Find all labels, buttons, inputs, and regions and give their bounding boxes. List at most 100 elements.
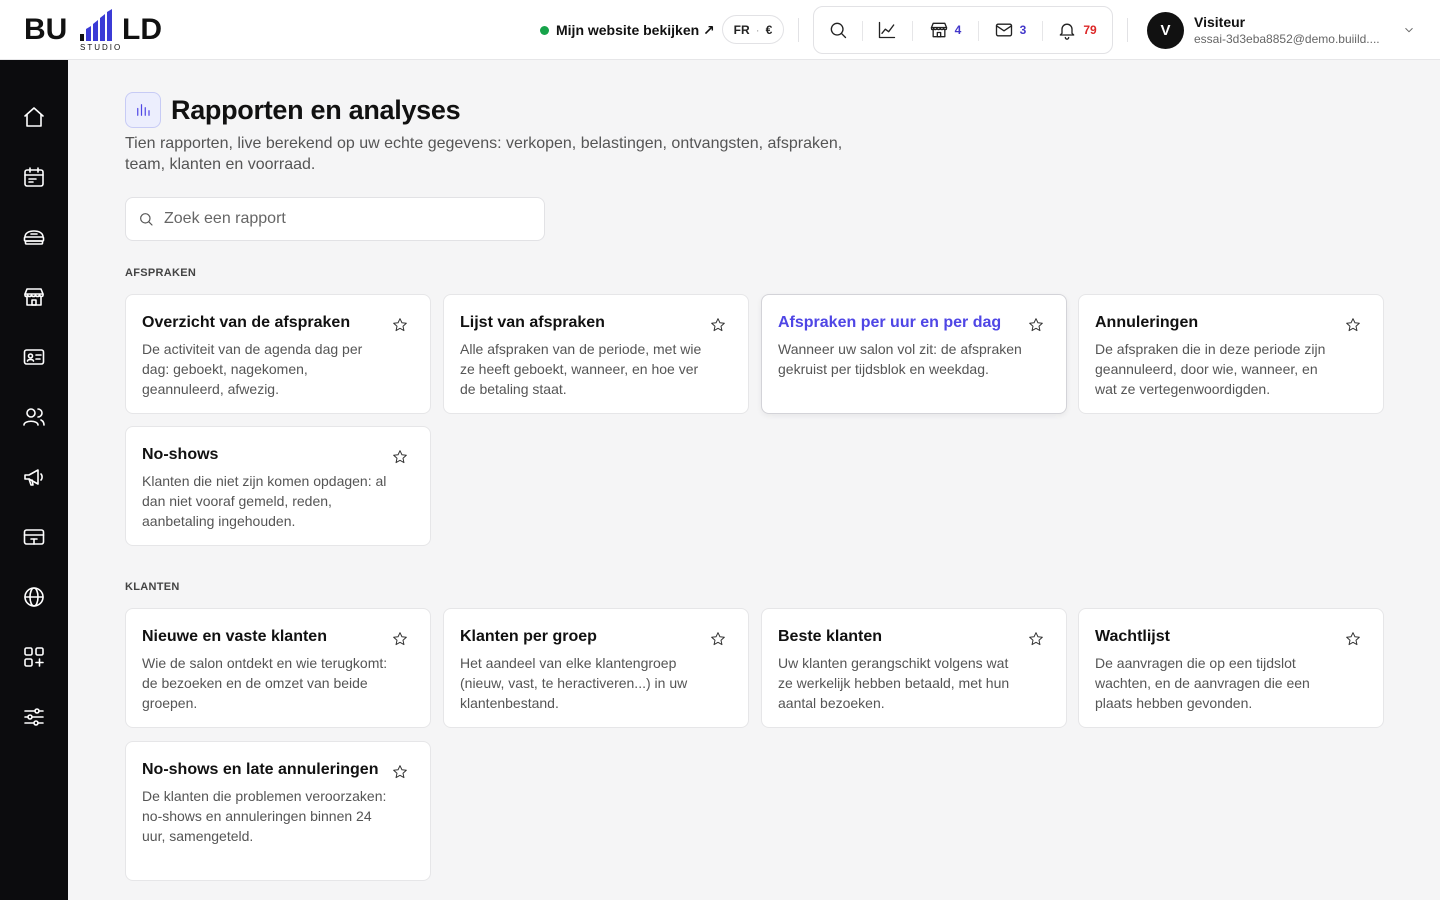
statistics-button[interactable] (862, 7, 912, 53)
report-card-description: De aanvragen die op een tijdslot wachten… (1095, 655, 1310, 711)
sidebar-item-stores[interactable] (14, 277, 54, 317)
user-info: Visiteur essai-3d3eba8852@demo.buiild...… (1194, 14, 1390, 47)
logo-text-right: LD (122, 13, 162, 46)
report-card[interactable]: No-shows Klanten die niet zijn komen opd… (125, 426, 431, 546)
search-icon (140, 213, 153, 226)
report-card-title: No-shows en late annuleringen (142, 761, 379, 778)
favorite-button[interactable] (710, 317, 726, 333)
report-card-description: Wanneer uw salon vol zit: de afspraken g… (778, 341, 1022, 377)
report-card-description: De afspraken die in deze periode zijn ge… (1095, 341, 1326, 397)
report-card-title: No-shows (142, 446, 219, 463)
star-icon (1346, 318, 1360, 332)
sidebar-item-products[interactable] (14, 217, 54, 257)
messages-count-badge: 3 (1019, 23, 1027, 37)
header-divider (798, 18, 799, 42)
report-card-description: Alle afspraken van de periode, met wie z… (460, 341, 702, 397)
user-menu[interactable]: V Visiteur essai-3d3eba8852@demo.buiild.… (1147, 11, 1417, 49)
section-label-appointments: AFSPRAKEN (125, 267, 197, 279)
favorite-button[interactable] (392, 317, 408, 333)
products-icon (23, 230, 45, 245)
avatar: V (1147, 11, 1184, 49)
section-label-clients: KLANTEN (125, 581, 180, 593)
header-divider (1127, 18, 1128, 42)
star-icon (711, 318, 725, 332)
favorite-button[interactable] (392, 764, 408, 780)
globe-icon (24, 587, 44, 607)
report-card[interactable]: Overzicht van de afspraken De activiteit… (125, 294, 431, 414)
chevron-down-icon (1405, 27, 1413, 33)
sidebar-item-payments[interactable] (14, 517, 54, 557)
settings-sliders-icon (24, 708, 44, 726)
star-icon (1029, 318, 1043, 332)
notifications-button[interactable]: 79 (1042, 7, 1112, 53)
online-status-dot (540, 25, 549, 35)
report-card[interactable]: Wachtlijst De aanvragen die op een tijds… (1078, 608, 1384, 728)
report-card[interactable]: Lijst van afspraken Alle afspraken van d… (443, 294, 749, 414)
stores-count-badge: 4 (954, 23, 962, 37)
search-input[interactable] (164, 210, 534, 228)
favorite-button[interactable] (392, 449, 408, 465)
view-website-label: Mijn website bekijken ↗ (556, 21, 715, 38)
home-icon (24, 107, 44, 127)
sidebar-item-clients[interactable] (14, 397, 54, 437)
chart-icon (878, 21, 896, 39)
report-card[interactable]: Beste klanten Uw klanten gerangschikt vo… (761, 608, 1067, 728)
report-card[interactable]: Afspraken per uur en per dag Wanneer uw … (761, 294, 1067, 414)
report-card-description: Het aandeel van elke klantengroep (nieuw… (460, 655, 688, 711)
store-icon (24, 288, 44, 306)
favorite-button[interactable] (392, 631, 408, 647)
report-card-title: Klanten per groep (460, 628, 597, 645)
search-icon (830, 22, 847, 39)
report-card-title: Overzicht van de afspraken (142, 314, 351, 331)
report-card-description: De klanten die problemen veroorzaken: no… (142, 788, 387, 844)
store-icon (930, 22, 947, 38)
report-card-title: Annuleringen (1095, 314, 1199, 331)
language-currency-selector[interactable]: FR · € (722, 15, 784, 44)
logo-subtext: STUDIO (80, 43, 122, 52)
language-separator: · (755, 22, 760, 37)
stores-button[interactable]: 4 (912, 7, 978, 53)
report-card-title: Wachtlijst (1095, 628, 1170, 645)
sidebar-item-calendar[interactable] (14, 157, 54, 197)
star-icon (393, 318, 407, 332)
star-icon (1346, 632, 1360, 646)
report-search[interactable] (125, 197, 545, 241)
user-name: Visiteur (1194, 13, 1246, 30)
report-card-description: De activiteit van de agenda dag per dag:… (142, 341, 363, 397)
bell-icon (1059, 23, 1075, 40)
calendar-icon (24, 167, 44, 187)
build-studio-logo[interactable]: BU LD STUDIO (24, 8, 184, 52)
sidebar-item-website[interactable] (14, 577, 54, 617)
payment-card-icon (23, 529, 45, 545)
favorite-button[interactable] (1028, 317, 1044, 333)
favorite-button[interactable] (1345, 317, 1361, 333)
search-button[interactable] (814, 7, 862, 53)
main-content: Rapporten en analyses Tien rapporten, li… (68, 60, 1440, 900)
sidebar-item-settings[interactable] (14, 697, 54, 737)
favorite-button[interactable] (1345, 631, 1361, 647)
users-icon (23, 408, 45, 426)
report-card-title: Afspraken per uur en per dag (778, 314, 1002, 331)
sidebar-item-home[interactable] (14, 97, 54, 137)
megaphone-icon (24, 469, 43, 486)
sidebar-item-contacts[interactable] (14, 337, 54, 377)
report-card[interactable]: Annuleringen De afspraken die in deze pe… (1078, 294, 1384, 414)
star-icon (393, 632, 407, 646)
notifications-count-badge: 79 (1083, 23, 1097, 37)
report-card-title: Nieuwe en vaste klanten (142, 628, 327, 645)
star-icon (393, 765, 407, 779)
language-label: FR (733, 22, 750, 37)
star-icon (1029, 632, 1043, 646)
report-card-description: Uw klanten gerangschikt volgens wat ze w… (778, 655, 1010, 711)
sidebar-item-apps[interactable] (14, 637, 54, 677)
report-card[interactable]: No-shows en late annuleringen De klanten… (125, 741, 431, 881)
messages-button[interactable]: 3 (978, 7, 1042, 53)
report-card[interactable]: Klanten per groep Het aandeel van elke k… (443, 608, 749, 728)
favorite-button[interactable] (710, 631, 726, 647)
currency-label: € (765, 22, 773, 37)
page-header: Rapporten en analyses (125, 92, 461, 128)
sidebar-item-marketing[interactable] (14, 457, 54, 497)
report-card[interactable]: Nieuwe en vaste klanten Wie de salon ont… (125, 608, 431, 728)
favorite-button[interactable] (1028, 631, 1044, 647)
view-website-link[interactable]: Mijn website bekijken ↗ (540, 19, 715, 41)
